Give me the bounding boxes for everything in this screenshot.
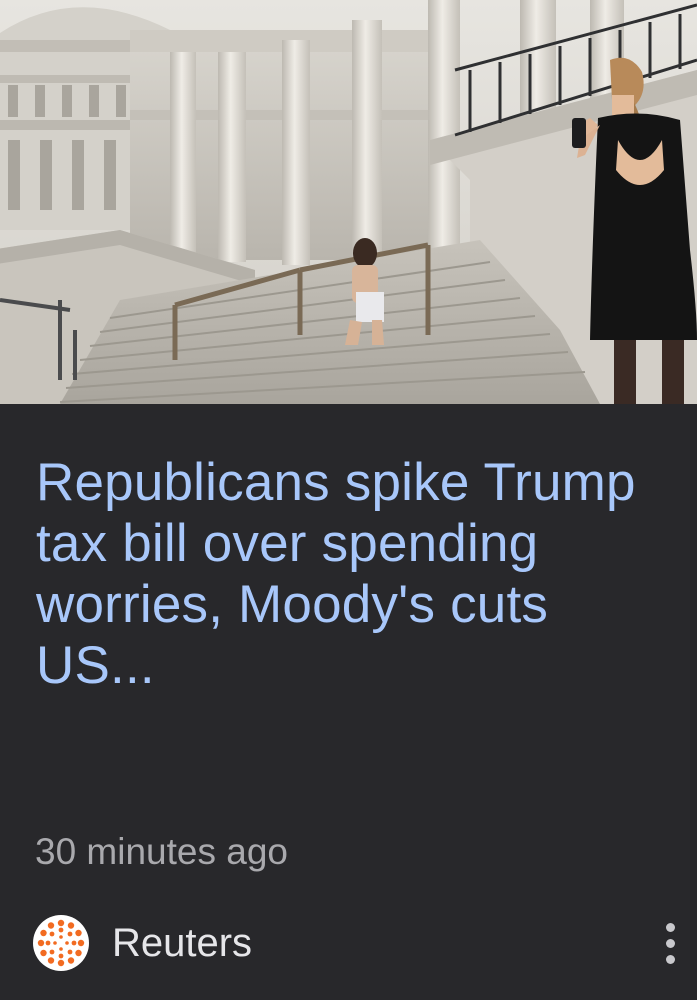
article-headline[interactable]: Republicans spike Trump tax bill over sp… [36, 452, 656, 696]
article-timestamp: 30 minutes ago [35, 831, 289, 872]
capitol-steps-photo [0, 0, 697, 404]
news-card[interactable]: Republicans spike Trump tax bill over sp… [0, 0, 697, 1000]
source-name[interactable]: Reuters [112, 919, 252, 967]
more-vert-icon[interactable] [659, 919, 683, 967]
article-image[interactable] [0, 0, 697, 404]
reuters-logo-icon [33, 915, 89, 971]
source-row: Reuters [33, 913, 683, 973]
